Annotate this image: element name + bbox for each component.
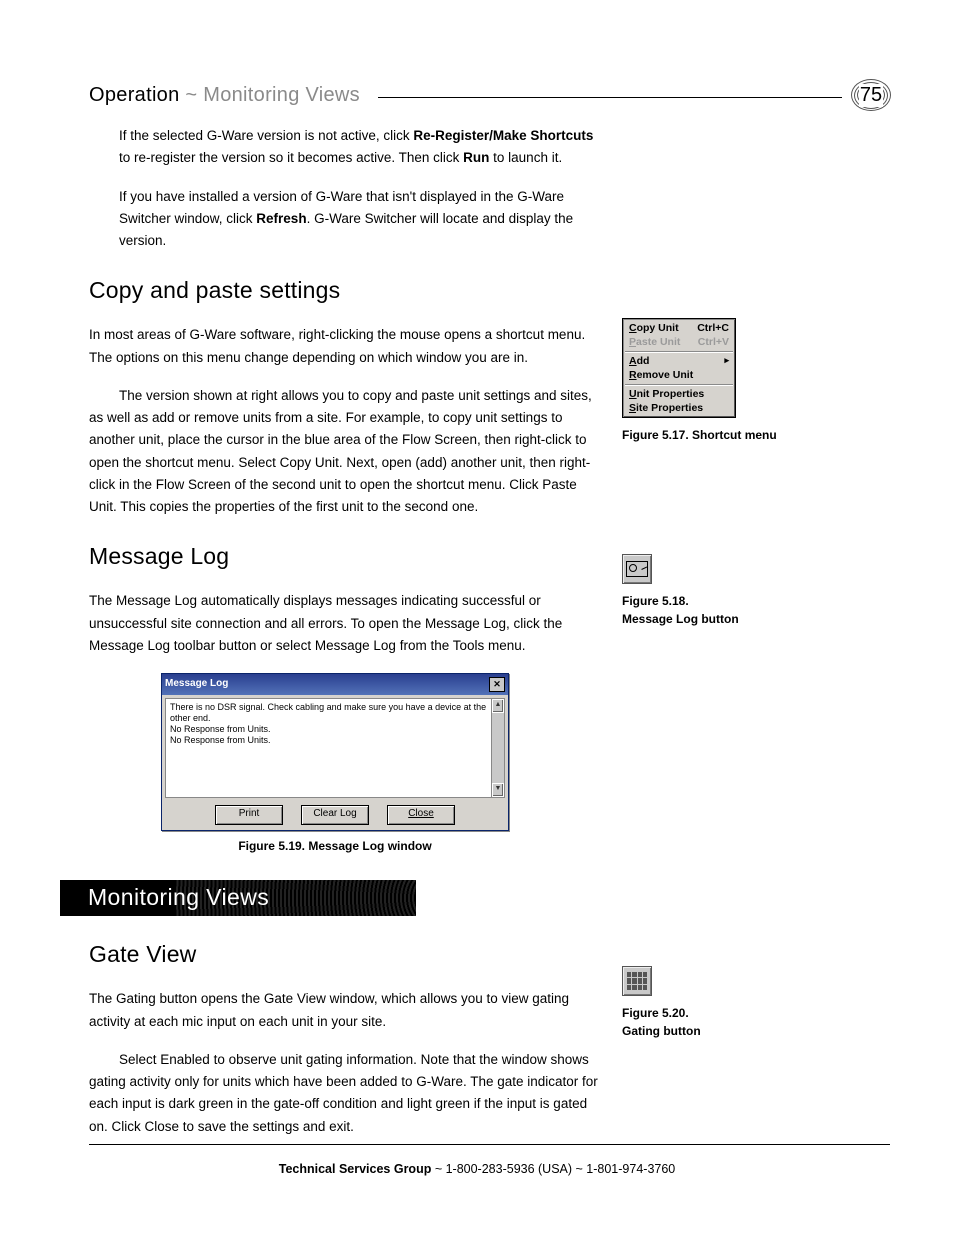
msglog-para: The Message Log automatically displays m… <box>89 590 599 657</box>
gate-para-1: The Gating button opens the Gate View wi… <box>89 988 599 1033</box>
figure-5-19-caption: Figure 5.19. Message Log window <box>161 837 509 857</box>
figure-5-17-caption: Figure 5.17. Shortcut menu <box>622 426 777 444</box>
footer-org: Technical Services Group <box>279 1162 432 1176</box>
header-sep: ~ <box>180 84 204 106</box>
header-title: Operation ~ Monitoring Views <box>89 84 360 107</box>
scroll-down-icon[interactable]: ▼ <box>492 783 504 797</box>
header-part2: Monitoring Views <box>203 84 360 106</box>
ctx-unit-properties[interactable]: Unit Properties <box>625 387 733 401</box>
msglog-line: There is no DSR signal. Check cabling an… <box>170 702 500 725</box>
clear-log-button[interactable]: Clear Log <box>301 805 369 825</box>
msglog-body: There is no DSR signal. Check cabling an… <box>165 698 505 798</box>
copy-para-2: The version shown at right allows you to… <box>89 385 599 519</box>
page-number-ornament: 75 <box>852 80 890 110</box>
footer-phones: ~ 1-800-283-5936 (USA) ~ 1-801-974-3760 <box>431 1162 675 1176</box>
section-banner-monitoring-views: Monitoring Views <box>60 880 416 916</box>
page-number: 75 <box>859 84 883 107</box>
ctx-copy-unit[interactable]: Copy Unit Ctrl+C <box>625 321 733 335</box>
footer: Technical Services Group ~ 1-800-283-593… <box>0 1162 954 1176</box>
figure-gating-button: Figure 5.20. Gating button <box>622 966 701 1040</box>
msglog-line: No Response from Units. <box>170 735 500 746</box>
chevron-right-icon: ▸ <box>724 355 729 367</box>
intro-para-1: If the selected G-Ware version is not ac… <box>119 125 599 170</box>
heading-message-log: Message Log <box>89 538 599 576</box>
figure-5-18-caption: Figure 5.18. Message Log button <box>622 592 739 628</box>
close-button[interactable]: Close <box>387 805 455 825</box>
ctx-site-properties[interactable]: Site Properties <box>625 401 733 415</box>
header-part1: Operation <box>89 84 180 106</box>
close-icon[interactable]: ✕ <box>489 677 505 692</box>
copy-para-1: In most areas of G-Ware software, right-… <box>89 324 599 369</box>
header-rule <box>378 97 842 98</box>
message-log-icon[interactable] <box>622 554 652 584</box>
figure-message-log-window: Message Log ✕ There is no DSR signal. Ch… <box>161 673 509 831</box>
page-header: Operation ~ Monitoring Views 75 <box>89 80 890 110</box>
scrollbar[interactable]: ▲ ▼ <box>491 699 504 797</box>
figure-shortcut-menu: Copy Unit Ctrl+C Paste Unit Ctrl+V Add ▸… <box>622 318 777 444</box>
print-button[interactable]: Print <box>215 805 283 825</box>
ctx-add[interactable]: Add ▸ <box>625 354 733 368</box>
heading-gate-view: Gate View <box>89 936 599 974</box>
ctx-paste-unit: Paste Unit Ctrl+V <box>625 335 733 349</box>
gating-icon[interactable] <box>622 966 652 996</box>
footer-rule <box>89 1144 890 1145</box>
figure-5-20-caption: Figure 5.20. Gating button <box>622 1004 701 1040</box>
figure-message-log-button: Figure 5.18. Message Log button <box>622 554 739 628</box>
ctx-remove-unit[interactable]: Remove Unit <box>625 368 733 382</box>
gate-para-2: Select Enabled to observe unit gating in… <box>89 1049 599 1138</box>
msglog-line: No Response from Units. <box>170 724 500 735</box>
intro-para-2: If you have installed a version of G-War… <box>119 186 599 253</box>
scroll-up-icon[interactable]: ▲ <box>492 699 504 713</box>
context-menu: Copy Unit Ctrl+C Paste Unit Ctrl+V Add ▸… <box>622 318 736 418</box>
msglog-title: Message Log <box>165 676 228 693</box>
heading-copy-paste: Copy and paste settings <box>89 272 599 310</box>
